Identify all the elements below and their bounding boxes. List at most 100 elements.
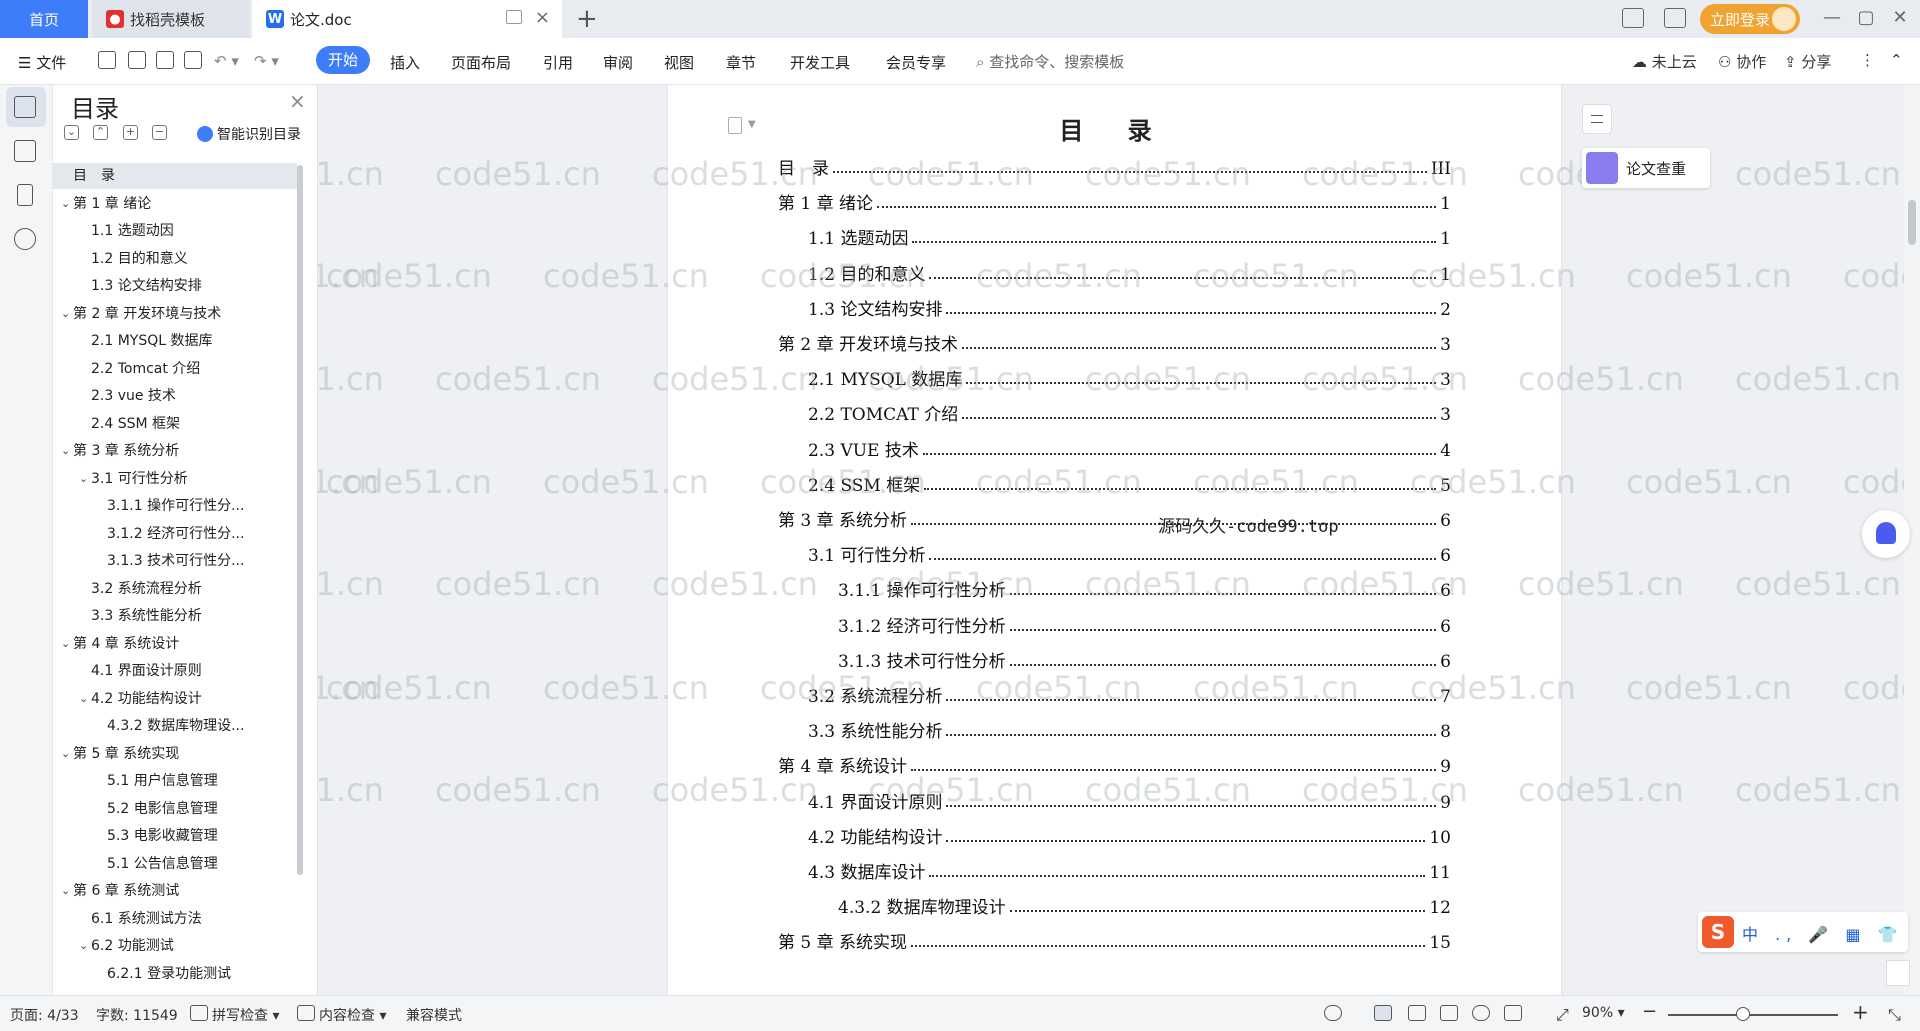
toc-entry[interactable]: 1.2 目的和意义 1 <box>808 255 1451 285</box>
toc-item[interactable]: 1.1 选题动因 <box>53 218 297 244</box>
word-count[interactable]: 字数: 11549 <box>96 1005 178 1025</box>
tab-close-icon[interactable]: × <box>535 9 550 27</box>
tab-page-layout[interactable]: 页面布局 <box>451 52 511 73</box>
toc-item[interactable]: ⌄ 第 1 章 绪论 <box>53 191 297 217</box>
toc-entry[interactable]: 第 1 章 绪论 1 <box>778 184 1451 214</box>
toc-entry[interactable]: 4.3 数据库设计 11 <box>808 853 1451 883</box>
vertical-scrollbar-thumb[interactable] <box>1908 200 1916 245</box>
toc-entry[interactable]: 3.3 系统性能分析 8 <box>808 712 1451 742</box>
toc-panel-close-icon[interactable]: × <box>289 89 306 113</box>
file-menu[interactable]: ☰ 文件 <box>18 52 66 73</box>
tab-view[interactable]: 视图 <box>664 52 694 73</box>
zoom-out-button[interactable]: − <box>1642 1001 1657 1022</box>
toc-entry[interactable]: 第 2 章 开发环境与技术 3 <box>778 325 1451 355</box>
chapter-nav-icon[interactable] <box>14 140 36 162</box>
page-count[interactable]: 页面: 4/33 <box>10 1005 79 1025</box>
paper-check-button[interactable]: 论文查重 <box>1582 148 1710 188</box>
toc-item[interactable]: 3.1.3 技术可行性分... <box>53 548 297 574</box>
tab-document[interactable]: W 论文.doc × <box>252 0 562 38</box>
expand-chevron-icon[interactable]: ⌄ <box>61 438 70 464</box>
toc-nav-icon[interactable] <box>14 96 36 118</box>
toc-entry[interactable]: 第 3 章 系统分析 6 <box>778 501 1451 531</box>
collapse-level-icon[interactable]: ⌄ <box>64 125 79 140</box>
toc-item[interactable]: 4.3.2 数据库物理设... <box>53 713 297 739</box>
tab-reference[interactable]: 引用 <box>543 52 573 73</box>
ime-toolbar[interactable]: S 中 ., 🎤 ▦ 👕 ⋮ <box>1698 912 1920 952</box>
spell-check-button[interactable]: 拼写检查 ▾ <box>212 1005 279 1025</box>
toc-item[interactable]: ⌄ 3.1 可行性分析 <box>53 466 297 492</box>
toc-entry[interactable]: 3.1.1 操作可行性分析 6 <box>838 571 1451 601</box>
add-heading-icon[interactable]: + <box>123 125 138 140</box>
toc-entry[interactable]: 3.1.3 技术可行性分析 6 <box>838 642 1451 672</box>
remove-heading-icon[interactable]: − <box>152 125 167 140</box>
tab-developer[interactable]: 开发工具 <box>790 52 850 73</box>
tab-insert[interactable]: 插入 <box>390 52 420 73</box>
toc-entry[interactable]: 2.4 SSM 框架 5 <box>808 466 1451 496</box>
toc-item[interactable]: 3.1.2 经济可行性分... <box>53 521 297 547</box>
toc-entry[interactable]: 3.1 可行性分析 6 <box>808 536 1451 566</box>
bookmark-icon[interactable] <box>17 184 33 206</box>
content-check-button[interactable]: 内容检查 ▾ <box>319 1005 386 1025</box>
toc-entry[interactable]: 3.1.2 经济可行性分析 6 <box>838 607 1451 637</box>
find-icon[interactable] <box>14 228 36 250</box>
share-button[interactable]: ⇪ 分享 <box>1784 51 1831 72</box>
apps-grid-icon[interactable] <box>1664 8 1686 28</box>
toc-item[interactable]: 目 录 <box>53 163 297 189</box>
toc-item[interactable]: 4.1 界面设计原则 <box>53 658 297 684</box>
expand-chevron-icon[interactable]: ⌄ <box>61 878 70 904</box>
reading-mode-icon[interactable] <box>1622 8 1644 28</box>
toc-item[interactable]: 1.3 论文结构安排 <box>53 273 297 299</box>
toc-entry[interactable]: 1.3 论文结构安排 2 <box>808 290 1451 320</box>
toc-item[interactable]: 3.1.1 操作可行性分... <box>53 493 297 519</box>
zoom-slider[interactable] <box>1668 1014 1838 1016</box>
tab-template[interactable]: ● 找稻壳模板 <box>92 0 250 38</box>
outline-view-icon[interactable] <box>1408 1005 1426 1021</box>
toc-entry[interactable]: 第 4 章 系统设计 9 <box>778 747 1451 777</box>
toc-item[interactable]: 5.2 电影信息管理 <box>53 796 297 822</box>
toc-item[interactable]: 5.1 公告信息管理 <box>53 851 297 877</box>
tab-section[interactable]: 章节 <box>726 52 756 73</box>
print-preview-icon[interactable] <box>184 51 202 69</box>
toc-scrollbar[interactable] <box>297 165 303 875</box>
toc-entry[interactable]: 4.1 界面设计原则 9 <box>808 783 1451 813</box>
fullscreen-icon[interactable]: ⤡ <box>1888 1005 1901 1025</box>
toc-entry[interactable]: 2.3 VUE 技术 4 <box>808 431 1451 461</box>
toc-item[interactable]: ⌄ 第 3 章 系统分析 <box>53 438 297 464</box>
collapse-sidebar-button[interactable] <box>1582 104 1612 134</box>
toc-item[interactable]: 3.3 系统性能分析 <box>53 603 297 629</box>
more-options-icon[interactable]: ⋮ <box>1860 51 1875 69</box>
expand-chevron-icon[interactable]: ⌄ <box>61 741 70 767</box>
toc-entry[interactable]: 4.3.2 数据库物理设计 12 <box>838 888 1451 918</box>
close-window-button[interactable]: ✕ <box>1886 6 1914 30</box>
toc-entry[interactable]: 3.2 系统流程分析 7 <box>808 677 1451 707</box>
fit-page-icon[interactable]: ⤢ <box>1556 1005 1569 1025</box>
save-icon[interactable] <box>98 51 116 69</box>
collab-button[interactable]: ⚇ 协作 <box>1718 51 1766 72</box>
expand-chevron-icon[interactable]: ⌄ <box>61 301 70 327</box>
toc-item[interactable]: 2.1 MYSQL 数据库 <box>53 328 297 354</box>
login-button[interactable]: 立即登录 <box>1700 4 1800 34</box>
eye-protection-icon[interactable] <box>1324 1005 1342 1021</box>
tab-member[interactable]: 会员专享 <box>886 52 946 73</box>
toc-item[interactable]: 5.1 用户信息管理 <box>53 768 297 794</box>
feedback-flag-icon[interactable] <box>1886 960 1910 986</box>
toc-entry[interactable]: 第 5 章 系统实现 15 <box>778 923 1451 953</box>
ai-assistant-icon[interactable] <box>1862 510 1910 558</box>
toc-item[interactable]: 2.2 Tomcat 介绍 <box>53 356 297 382</box>
tab-start[interactable]: 开始 <box>316 46 370 74</box>
zoom-in-button[interactable]: + <box>1852 1000 1869 1024</box>
zoom-slider-handle[interactable] <box>1736 1007 1750 1021</box>
tab-pin-icon[interactable] <box>506 10 522 24</box>
toc-item[interactable]: ⌄ 6.2 功能测试 <box>53 933 297 959</box>
toc-item[interactable]: 6.2.1 登录功能测试 <box>53 961 297 987</box>
toc-item[interactable]: ⌄ 第 6 章 系统测试 <box>53 878 297 904</box>
web-view-icon[interactable] <box>1472 1005 1490 1021</box>
toc-entry[interactable]: 1.1 选题动因 1 <box>808 219 1451 249</box>
new-tab-button[interactable]: + <box>576 4 598 34</box>
cloud-status[interactable]: ☁ 未上云 <box>1632 51 1697 72</box>
expand-chevron-icon[interactable]: ⌄ <box>61 631 70 657</box>
toc-entry[interactable]: 2.1 MYSQL 数据库 3 <box>808 360 1451 390</box>
toc-entry[interactable]: 2.2 TOMCAT 介绍 3 <box>808 395 1451 425</box>
toc-item[interactable]: 2.4 SSM 框架 <box>53 411 297 437</box>
expand-chevron-icon[interactable]: ⌄ <box>79 466 88 492</box>
